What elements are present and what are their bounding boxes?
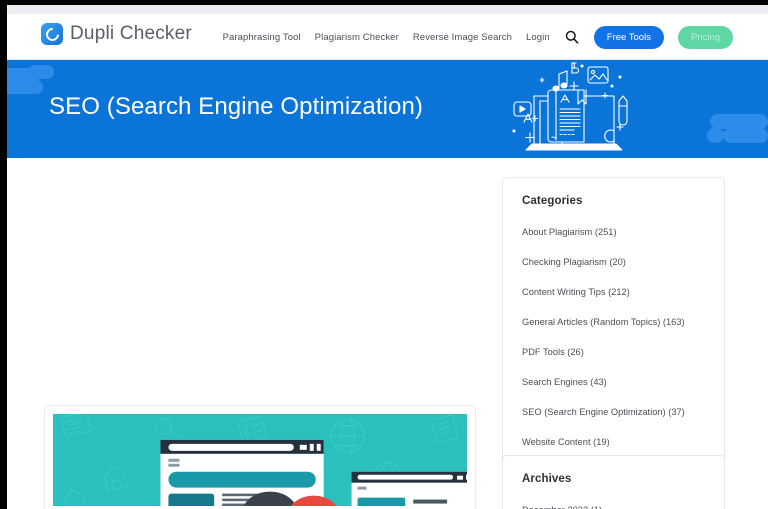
widget-archives: Archives December 2022 (1) xyxy=(502,455,725,509)
category-link-seo[interactable]: SEO (Search Engine Optimization) (37) xyxy=(522,407,685,417)
content-creation-illustration xyxy=(504,60,644,158)
hero-decoration-right xyxy=(710,114,768,129)
hero-decoration-left xyxy=(7,80,43,94)
hero-decoration-right xyxy=(723,128,768,143)
category-link-general-articles[interactable]: General Articles (Random Topics) (163) xyxy=(522,317,685,327)
list-item: SEO (Search Engine Optimization) (37) xyxy=(522,402,705,420)
list-item: About Plagiarism (251) xyxy=(522,222,705,240)
main-nav: Paraphrasing Tool Plagiarism Checker Rev… xyxy=(223,24,733,50)
list-item: Checking Plagiarism (20) xyxy=(522,252,705,270)
hero-banner: SEO (Search Engine Optimization) xyxy=(7,60,768,158)
free-tools-button[interactable]: Free Tools xyxy=(593,25,664,49)
nav-link-paraphrasing-tool[interactable]: Paraphrasing Tool xyxy=(223,32,301,43)
category-link-content-writing-tips[interactable]: Content Writing Tips (212) xyxy=(522,287,630,297)
site-header: Dupli Checker Paraphrasing Tool Plagiari… xyxy=(7,14,768,60)
seo-web-design-thumbnail xyxy=(53,414,467,506)
list-item: Website Content (19) xyxy=(522,432,705,450)
hero-decoration-left xyxy=(28,65,54,79)
left-page-margin xyxy=(0,0,7,509)
article-card[interactable] xyxy=(44,405,476,509)
page-title: SEO (Search Engine Optimization) xyxy=(49,93,424,120)
brand-logo[interactable]: Dupli Checker xyxy=(41,23,192,45)
category-link-pdf-tools[interactable]: PDF Tools (26) xyxy=(522,347,584,357)
brand-name: Dupli Checker xyxy=(70,23,192,44)
category-link-website-content[interactable]: Website Content (19) xyxy=(522,437,610,447)
browser-viewport: Dupli Checker Paraphrasing Tool Plagiari… xyxy=(7,5,768,509)
nav-link-plagiarism-checker[interactable]: Plagiarism Checker xyxy=(315,32,399,43)
widget-categories-title: Categories xyxy=(522,195,583,207)
archives-list: December 2022 (1) xyxy=(522,500,705,509)
nav-link-login[interactable]: Login xyxy=(526,32,550,43)
list-item: General Articles (Random Topics) (163) xyxy=(522,312,705,330)
search-icon[interactable] xyxy=(565,30,579,44)
list-item: Search Engines (43) xyxy=(522,372,705,390)
category-link-about-plagiarism[interactable]: About Plagiarism (251) xyxy=(522,227,617,237)
list-item: December 2022 (1) xyxy=(522,500,705,509)
hero-decoration-right xyxy=(707,128,724,143)
list-item: Content Writing Tips (212) xyxy=(522,282,705,300)
nav-link-reverse-image-search[interactable]: Reverse Image Search xyxy=(413,32,512,43)
dupli-checker-logo-icon xyxy=(41,23,63,45)
archive-link-december-2022[interactable]: December 2022 (1) xyxy=(522,505,602,509)
content-area: Categories About Plagiarism (251) Checki… xyxy=(7,158,768,509)
widget-archives-title: Archives xyxy=(522,473,572,485)
category-link-checking-plagiarism[interactable]: Checking Plagiarism (20) xyxy=(522,257,626,267)
list-item: PDF Tools (26) xyxy=(522,342,705,360)
page-frame: Dupli Checker Paraphrasing Tool Plagiari… xyxy=(0,0,768,509)
categories-list: About Plagiarism (251) Checking Plagiari… xyxy=(522,222,705,450)
widget-categories: Categories About Plagiarism (251) Checki… xyxy=(502,177,725,467)
browser-chrome-strip xyxy=(7,5,768,14)
category-link-search-engines[interactable]: Search Engines (43) xyxy=(522,377,607,387)
pricing-button[interactable]: Pricing xyxy=(677,25,733,49)
